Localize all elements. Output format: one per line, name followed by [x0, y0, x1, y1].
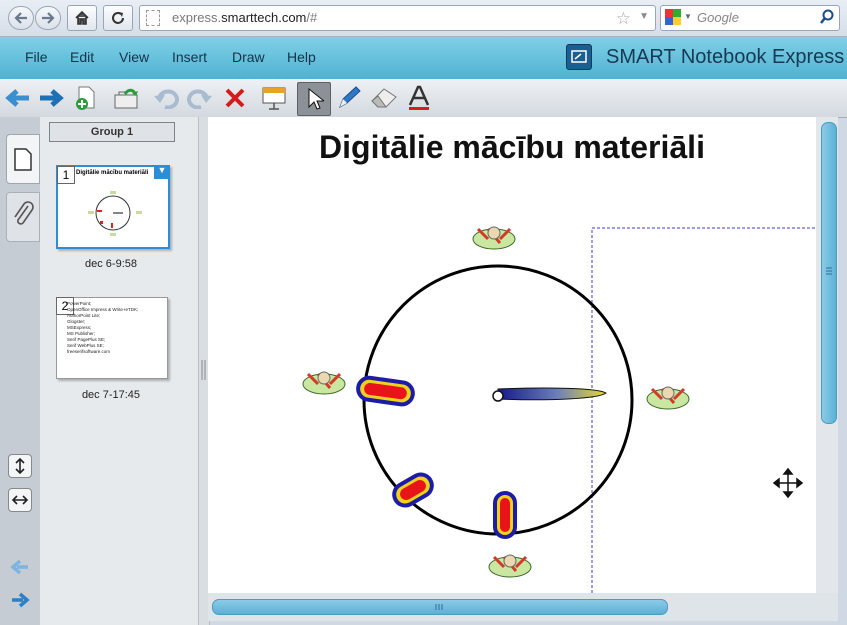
- dropdown-icon[interactable]: ▼: [639, 11, 649, 22]
- dock-right-icon[interactable]: [10, 592, 30, 613]
- undo-icon[interactable]: [150, 82, 182, 114]
- toolbar: [0, 79, 847, 118]
- page-sorter-tab[interactable]: [6, 134, 40, 184]
- vertical-scroll-thumb[interactable]: [821, 122, 837, 424]
- horizontal-resize-icon[interactable]: [8, 488, 32, 512]
- group-label[interactable]: Group 1: [49, 122, 175, 142]
- engine-dropdown-icon[interactable]: ▼: [684, 12, 692, 21]
- page-thumbnail-2[interactable]: 2 PowerPoint; OpenOffice Impress & Write…: [56, 297, 168, 379]
- vertical-scrollbar[interactable]: [816, 117, 838, 593]
- page-sorter: Group 1 1 ▼ Digitālie mācību materiāli d…: [40, 117, 198, 625]
- url-text[interactable]: express.smarttech.com/#: [172, 10, 317, 25]
- previous-page-icon[interactable]: [2, 82, 34, 114]
- horizontal-scrollbar[interactable]: [208, 593, 838, 621]
- thumbnail-menu-icon[interactable]: ▼: [154, 165, 170, 179]
- whiteboard-canvas[interactable]: Digitālie mācību materiāli: [208, 117, 816, 593]
- screen-shade-icon[interactable]: [258, 82, 290, 114]
- home-icon[interactable]: [67, 5, 97, 31]
- menu-view[interactable]: View: [119, 49, 149, 65]
- delete-icon[interactable]: [219, 82, 251, 114]
- menu-insert[interactable]: Insert: [172, 49, 207, 65]
- app-header: File Edit View Insert Draw Help SMART No…: [0, 37, 847, 79]
- google-icon[interactable]: [665, 9, 681, 25]
- menu-file[interactable]: File: [25, 49, 48, 65]
- attachments-tab[interactable]: [6, 192, 40, 242]
- open-file-icon[interactable]: [111, 82, 143, 114]
- menu-edit[interactable]: Edit: [70, 49, 94, 65]
- back-icon[interactable]: [8, 6, 34, 30]
- next-page-icon[interactable]: [35, 82, 67, 114]
- thumbnail-title: Digitālie mācību materiāli: [76, 170, 149, 176]
- eraser-icon[interactable]: [368, 82, 400, 114]
- address-bar[interactable]: express.smarttech.com/# ☆ ▼: [139, 5, 656, 31]
- forward-icon[interactable]: [35, 6, 61, 30]
- search-icon[interactable]: [819, 8, 835, 31]
- star-icon[interactable]: ☆: [616, 9, 631, 29]
- horizontal-scroll-thumb[interactable]: [212, 599, 668, 615]
- page-label: dec 6-9:58: [85, 258, 137, 270]
- turtle-icon: [472, 226, 516, 250]
- reload-icon[interactable]: [103, 5, 133, 31]
- side-tabs: [0, 117, 41, 625]
- page-thumbnail-1[interactable]: 1 ▼ Digitālie mācību materiāli: [56, 165, 170, 249]
- redo-icon[interactable]: [184, 82, 216, 114]
- search-placeholder: Google: [697, 10, 739, 25]
- menu-draw[interactable]: Draw: [232, 49, 265, 65]
- page-icon: [146, 10, 160, 26]
- thumbnail-preview: [88, 191, 142, 236]
- smart-logo-icon: [566, 44, 592, 70]
- menu-help[interactable]: Help: [287, 49, 316, 65]
- page-number: 1: [57, 166, 75, 184]
- app-title: SMART Notebook Express: [606, 46, 845, 68]
- page-label: dec 7-17:45: [81, 389, 141, 401]
- pen-icon[interactable]: [333, 82, 365, 114]
- select-tool-icon[interactable]: [297, 82, 331, 116]
- thumbnail-text: PowerPoint; OpenOffice Impress & Write+e…: [67, 301, 139, 354]
- dock-left-icon[interactable]: [10, 559, 30, 580]
- vertical-resize-icon[interactable]: [8, 454, 32, 478]
- clock-drawing: [302, 226, 816, 593]
- search-box[interactable]: ▼ Google: [660, 5, 840, 31]
- add-page-icon[interactable]: [70, 82, 102, 114]
- text-tool-icon[interactable]: [403, 82, 435, 114]
- browser-toolbar: express.smarttech.com/# ☆ ▼ ▼ Google: [0, 0, 847, 37]
